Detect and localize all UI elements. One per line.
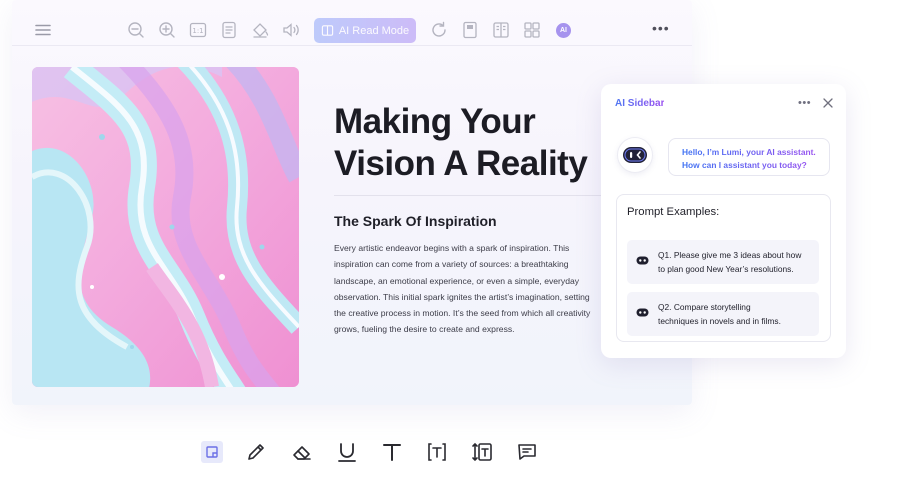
zoom-out-icon[interactable] <box>127 21 145 39</box>
text-box-icon[interactable] <box>426 441 448 463</box>
prompt-line: to plan good New Year’s resolutions. <box>658 264 794 274</box>
ai-read-mode-label: AI Read Mode <box>338 24 410 37</box>
body-line: grows, fueling the desire to create and … <box>334 324 515 335</box>
body-paragraph: Every artistic endeavor begins with a sp… <box>334 240 606 338</box>
prompt-example-item[interactable]: Q1. Please give me 3 ideas about how to … <box>627 240 819 284</box>
fill-icon[interactable] <box>251 21 269 39</box>
robot-icon <box>636 256 649 265</box>
section-heading: The Spark Of Inspiration <box>334 213 497 229</box>
prompt-examples-title: Prompt Examples: <box>627 206 720 218</box>
text-icon[interactable] <box>381 441 403 463</box>
underline-icon[interactable] <box>336 441 358 463</box>
body-line: the creative process in motion. It’s the… <box>334 308 591 319</box>
greeting-line: How can I assistant you today? <box>682 159 829 172</box>
page-layout-icon[interactable] <box>220 21 238 39</box>
two-page-icon[interactable] <box>492 21 510 39</box>
title-divider <box>334 195 604 196</box>
speaker-icon[interactable] <box>282 21 300 39</box>
greeting-line: Hello, I’m Lumi, your AI assistant. <box>682 146 829 159</box>
sidebar-more-icon[interactable]: ••• <box>798 98 811 109</box>
menu-icon[interactable] <box>34 21 52 39</box>
body-line: inspiration can come from a variety of s… <box>334 259 569 270</box>
body-line: Every artistic endeavor begins with a sp… <box>334 243 570 253</box>
prompt-line: Q1. Please give me 3 ideas about how <box>658 250 802 260</box>
actual-size-icon[interactable]: 1:1 <box>189 21 207 39</box>
assistant-greeting-bubble: Hello, I’m Lumi, your AI assistant. How … <box>668 138 830 176</box>
title-line: Making Your <box>334 102 536 141</box>
prompt-text: Q2. Compare storytelling techniques in n… <box>658 300 781 328</box>
app-stage: 1:1 AI Read Mode AI ••• Making Your Visi… <box>0 0 900 480</box>
comment-icon[interactable] <box>516 441 538 463</box>
prompt-line: Q2. Compare storytelling <box>658 302 751 312</box>
text-callout-icon[interactable] <box>471 441 493 463</box>
book-icon <box>321 25 333 36</box>
sticky-note-icon[interactable] <box>201 441 223 463</box>
prompt-text: Q1. Please give me 3 ideas about how to … <box>658 248 801 276</box>
rotate-icon[interactable] <box>430 21 448 39</box>
zoom-in-icon[interactable] <box>158 21 176 39</box>
ai-read-mode-button[interactable]: AI Read Mode <box>314 18 416 43</box>
document-title: Making Your Vision A Reality <box>334 101 604 185</box>
close-icon[interactable] <box>822 97 834 109</box>
document-window: 1:1 AI Read Mode AI ••• Making Your Visi… <box>12 0 692 405</box>
sidebar-title: AI Sidebar <box>615 98 665 109</box>
prompt-examples-card: Prompt Examples: Q1. Please give me 3 id… <box>616 194 831 342</box>
pencil-icon[interactable] <box>245 441 267 463</box>
svg-text:1:1: 1:1 <box>192 27 203 35</box>
title-line: Vision A Reality <box>334 144 588 183</box>
more-icon[interactable]: ••• <box>652 21 670 35</box>
hero-image <box>32 67 299 387</box>
eraser-icon[interactable] <box>291 441 313 463</box>
grid-view-icon[interactable] <box>523 21 541 39</box>
robot-face-icon <box>623 147 647 163</box>
assistant-avatar <box>617 137 653 173</box>
single-page-icon[interactable] <box>461 21 479 39</box>
body-line: landscape, an emotional experience, or e… <box>334 275 580 286</box>
body-line: observation. This initial spark ignites … <box>334 291 590 302</box>
top-toolbar: 1:1 AI Read Mode AI ••• <box>12 0 692 46</box>
prompt-line: techniques in novels and in films. <box>658 316 781 326</box>
ai-sidebar-panel: AI Sidebar ••• Hello, I’m Lumi, your AI … <box>601 84 846 358</box>
prompt-example-item[interactable]: Q2. Compare storytelling techniques in n… <box>627 292 819 336</box>
ai-assistant-icon[interactable]: AI <box>556 23 571 38</box>
robot-icon <box>636 308 649 317</box>
